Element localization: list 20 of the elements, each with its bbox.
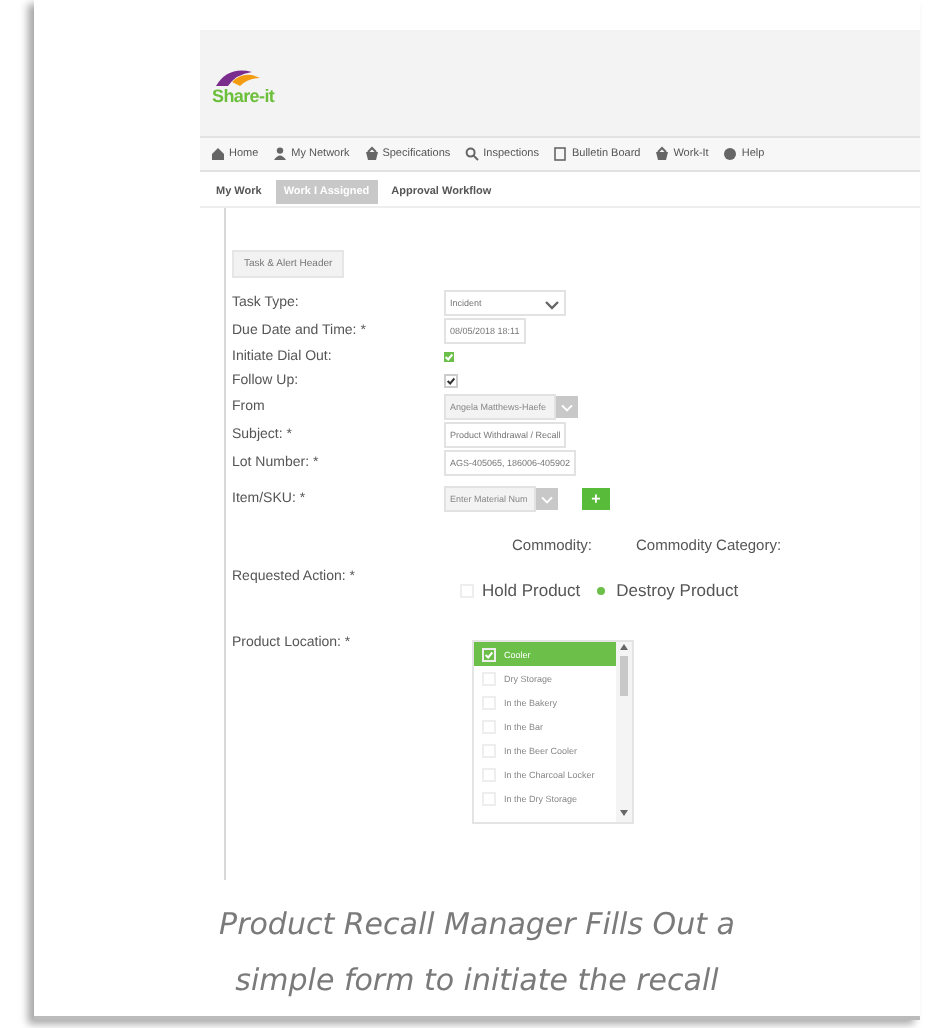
circle-icon: [722, 146, 739, 162]
radio-button[interactable]: [594, 583, 609, 597]
dropdown-button[interactable]: [556, 396, 578, 418]
dropdown-button[interactable]: [536, 488, 558, 510]
chevron-down-icon: [544, 297, 560, 309]
chevron-down-icon: [560, 402, 574, 412]
basket-icon: [363, 146, 380, 162]
house-icon: [210, 146, 226, 162]
caption-text: Product Recall Manager Fills Out a simple form to initiate the recall: [217, 904, 737, 1002]
checkbox[interactable]: [444, 374, 458, 388]
logo-text: Share-it: [212, 88, 275, 106]
chevron-down-icon: [540, 494, 554, 504]
check-icon: [484, 649, 494, 659]
basket-icon: [654, 146, 671, 162]
radio-option[interactable]: Hold Product: [460, 580, 581, 600]
person-icon: [272, 146, 289, 162]
page-icon: [552, 146, 569, 162]
logo-swoosh-icon: [212, 66, 264, 88]
radio-option[interactable]: Destroy Product: [594, 580, 739, 600]
search-icon: [464, 146, 481, 162]
